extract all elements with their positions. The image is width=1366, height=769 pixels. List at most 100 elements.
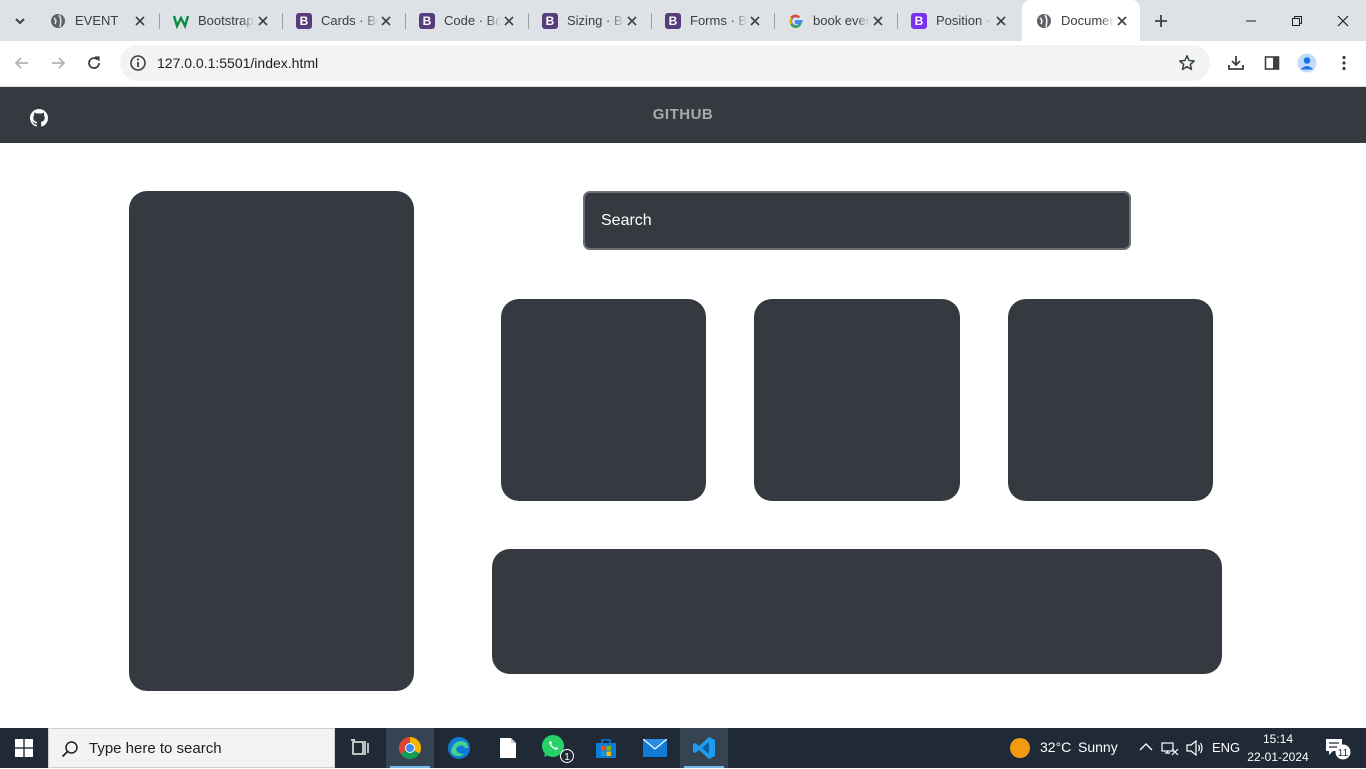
arrow-left-icon — [14, 57, 28, 69]
windows-logo-icon — [15, 739, 33, 757]
close-icon[interactable] — [255, 13, 271, 29]
forward-button[interactable] — [43, 48, 73, 78]
bootstrap-icon: B — [542, 12, 558, 29]
browser-toolbar: 127.0.0.1:5501/index.html — [0, 41, 1366, 87]
clock-time: 15:14 — [1262, 732, 1294, 746]
start-button[interactable] — [0, 728, 48, 768]
store-icon — [596, 739, 616, 758]
taskbar-search-box[interactable]: Type here to search — [48, 728, 335, 768]
weather-icon[interactable] — [1010, 738, 1030, 758]
minimize-button[interactable] — [1228, 0, 1274, 41]
network-icon[interactable] — [1161, 740, 1179, 756]
windows-taskbar: Type here to search 1 32°C Sunny ENG 15:… — [0, 728, 1366, 768]
close-icon[interactable] — [501, 13, 517, 29]
chrome-icon — [399, 737, 421, 759]
card-2 — [754, 299, 960, 501]
tab-bootstrap[interactable]: Bootstrap — [159, 0, 281, 41]
volume-icon[interactable] — [1186, 740, 1204, 756]
whatsapp-icon: 1 — [542, 735, 574, 763]
tab-title: EVENT — [75, 13, 119, 28]
taskbar-search-placeholder: Type here to search — [89, 740, 222, 757]
mail-icon — [643, 739, 667, 757]
notification-icon[interactable]: 11 — [1325, 738, 1353, 760]
taskbar-whatsapp[interactable]: 1 — [533, 728, 581, 768]
close-icon[interactable] — [747, 13, 763, 29]
clock-date: 22-01-2024 — [1247, 750, 1309, 764]
edge-icon — [448, 737, 470, 759]
restore-button[interactable] — [1274, 0, 1320, 41]
chevron-down-icon — [15, 18, 25, 25]
downloads-button[interactable] — [1221, 48, 1251, 78]
task-view-icon — [351, 739, 369, 755]
bootstrap-icon: B — [296, 12, 312, 29]
sidebar-panel — [129, 191, 414, 691]
card-1 — [501, 299, 706, 501]
tab-title: Forms · Bo — [690, 13, 747, 28]
tab-title: Sizing · Bo — [567, 13, 624, 28]
footer-panel — [492, 549, 1222, 674]
tab-title: book even — [813, 13, 870, 28]
tab-forms[interactable]: B Forms · Bo — [651, 0, 773, 41]
arrow-right-icon — [52, 57, 66, 69]
address-bar[interactable]: 127.0.0.1:5501/index.html — [120, 45, 1210, 81]
tab-title: Position · — [936, 13, 991, 28]
tab-title: Cards · Bo — [321, 13, 378, 28]
close-icon[interactable] — [624, 13, 640, 29]
reload-icon — [88, 56, 100, 69]
weather-temp: 32°C — [1040, 739, 1072, 755]
close-icon[interactable] — [870, 13, 886, 29]
menu-button[interactable] — [1329, 48, 1359, 78]
card-3 — [1008, 299, 1213, 501]
globe-icon — [50, 13, 66, 29]
close-icon[interactable] — [132, 13, 148, 29]
tab-title: Bootstrap — [198, 13, 254, 28]
reload-button[interactable] — [79, 48, 109, 78]
tab-search-button[interactable] — [6, 7, 34, 35]
weather-condition: Sunny — [1078, 739, 1118, 755]
taskbar-chrome[interactable] — [386, 728, 434, 768]
search-input[interactable]: Search — [583, 191, 1131, 250]
avatar-icon — [1297, 53, 1317, 73]
bootstrap-icon: B — [665, 12, 681, 29]
vscode-icon — [693, 737, 715, 759]
info-icon[interactable] — [129, 54, 147, 72]
download-icon — [1228, 56, 1244, 70]
back-button[interactable] — [7, 48, 37, 78]
close-window-button[interactable] — [1320, 0, 1366, 41]
taskbar-vscode[interactable] — [680, 728, 728, 768]
tab-sizing[interactable]: B Sizing · Bo — [528, 0, 650, 41]
bootstrap-icon: B — [911, 12, 927, 29]
task-view-button[interactable] — [336, 728, 384, 768]
bookmark-star-icon[interactable] — [1178, 54, 1196, 72]
language-indicator[interactable]: ENG — [1212, 740, 1240, 755]
tab-strip: EVENT Bootstrap B Cards · Bo B Code · Bo… — [0, 0, 1366, 41]
restore-icon — [1292, 15, 1302, 26]
tab-position[interactable]: B Position · — [897, 0, 1019, 41]
side-panel-button[interactable] — [1257, 48, 1287, 78]
google-icon — [788, 13, 804, 29]
close-icon[interactable] — [1114, 13, 1130, 29]
taskbar-file[interactable] — [484, 728, 532, 768]
close-icon[interactable] — [378, 13, 394, 29]
file-icon — [500, 738, 516, 758]
url-text: 127.0.0.1:5501/index.html — [157, 55, 319, 71]
profile-button[interactable] — [1292, 48, 1322, 78]
whatsapp-badge: 1 — [564, 752, 570, 763]
clock[interactable]: 15:14 22-01-2024 — [1240, 730, 1316, 766]
tab-google-search[interactable]: book even — [774, 0, 896, 41]
new-tab-button[interactable] — [1148, 8, 1174, 34]
taskbar-mail[interactable] — [631, 728, 679, 768]
close-icon[interactable] — [993, 13, 1009, 29]
side-panel-icon — [1264, 56, 1280, 70]
taskbar-store[interactable] — [582, 728, 630, 768]
chevron-up-icon[interactable] — [1139, 741, 1153, 753]
tab-document-active[interactable]: Documen — [1022, 0, 1140, 41]
tab-cards[interactable]: B Cards · Bo — [282, 0, 404, 41]
navbar-brand[interactable]: GITHUB — [0, 87, 1366, 143]
taskbar-edge[interactable] — [435, 728, 483, 768]
notification-count: 11 — [1338, 748, 1349, 759]
kebab-menu-icon — [1342, 55, 1346, 71]
tab-event[interactable]: EVENT — [36, 0, 158, 41]
tab-code[interactable]: B Code · Bo — [405, 0, 527, 41]
close-icon — [1337, 15, 1349, 26]
